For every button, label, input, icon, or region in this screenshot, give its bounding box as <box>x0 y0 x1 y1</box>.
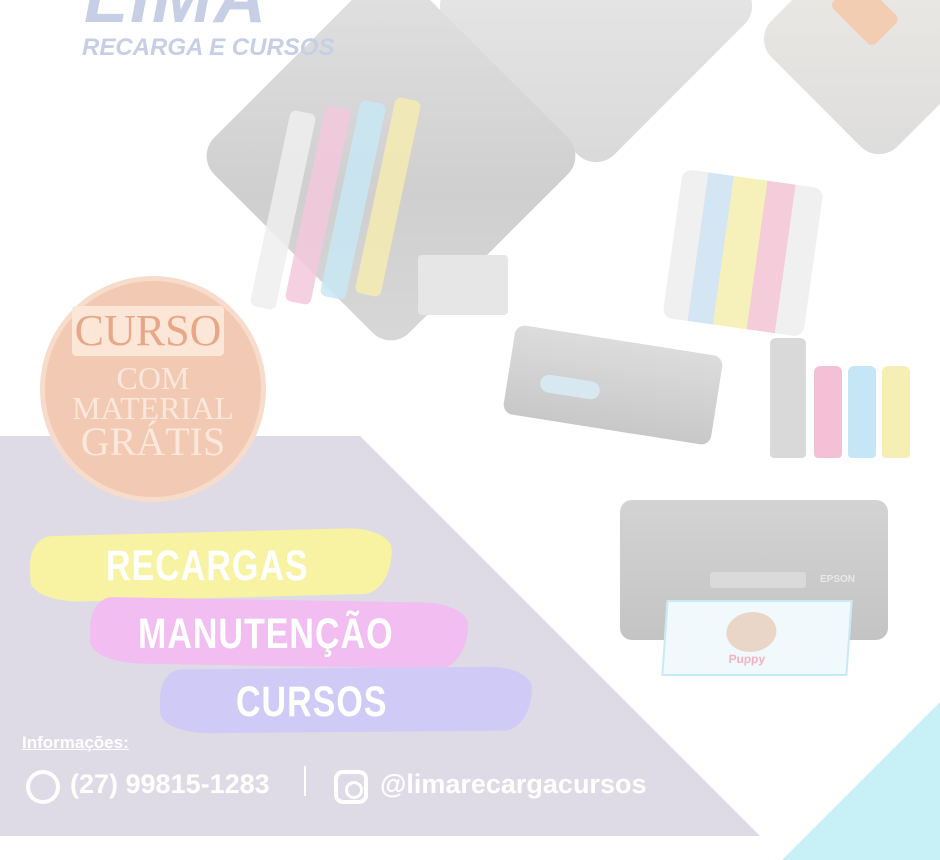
puppy-image <box>725 612 778 652</box>
instagram-handle[interactable]: @limarecargacursos <box>380 769 646 800</box>
service-recargas: RECARGAS <box>106 542 309 590</box>
info-label: Informações: <box>22 733 129 752</box>
ink-bottle-black <box>770 338 806 458</box>
whatsapp-icon <box>26 770 60 804</box>
printer-brand: EPSON <box>820 574 856 585</box>
print-caption: Puppy <box>728 652 766 666</box>
printer-control-panel <box>710 572 806 588</box>
service-manutencao: MANUTENÇÃO <box>138 610 394 658</box>
toner-cartridge <box>502 324 724 446</box>
badge-line-4: GRÁTIS <box>80 419 226 464</box>
printed-photo: Puppy <box>661 600 853 676</box>
contact-divider <box>304 766 306 796</box>
instagram-icon <box>334 770 368 804</box>
phone-number[interactable]: (27) 99815-1283 <box>70 769 270 800</box>
logo-tagline: RECARGA E CURSOS <box>82 34 335 61</box>
refill-cartridge-set <box>662 168 824 338</box>
badge-line-1: CURSO <box>74 306 222 355</box>
service-cursos: CURSOS <box>236 678 388 726</box>
instagram-icon-lens <box>345 781 363 799</box>
photo-printer-head <box>753 0 940 165</box>
ink-bottle-magenta <box>814 366 842 458</box>
logo-title: LIMA <box>84 0 268 34</box>
ink-bottle-cyan <box>848 366 876 458</box>
cartridge-hp-label <box>418 255 508 315</box>
ink-bottle-yellow <box>882 366 910 458</box>
accent-corner <box>782 660 940 860</box>
